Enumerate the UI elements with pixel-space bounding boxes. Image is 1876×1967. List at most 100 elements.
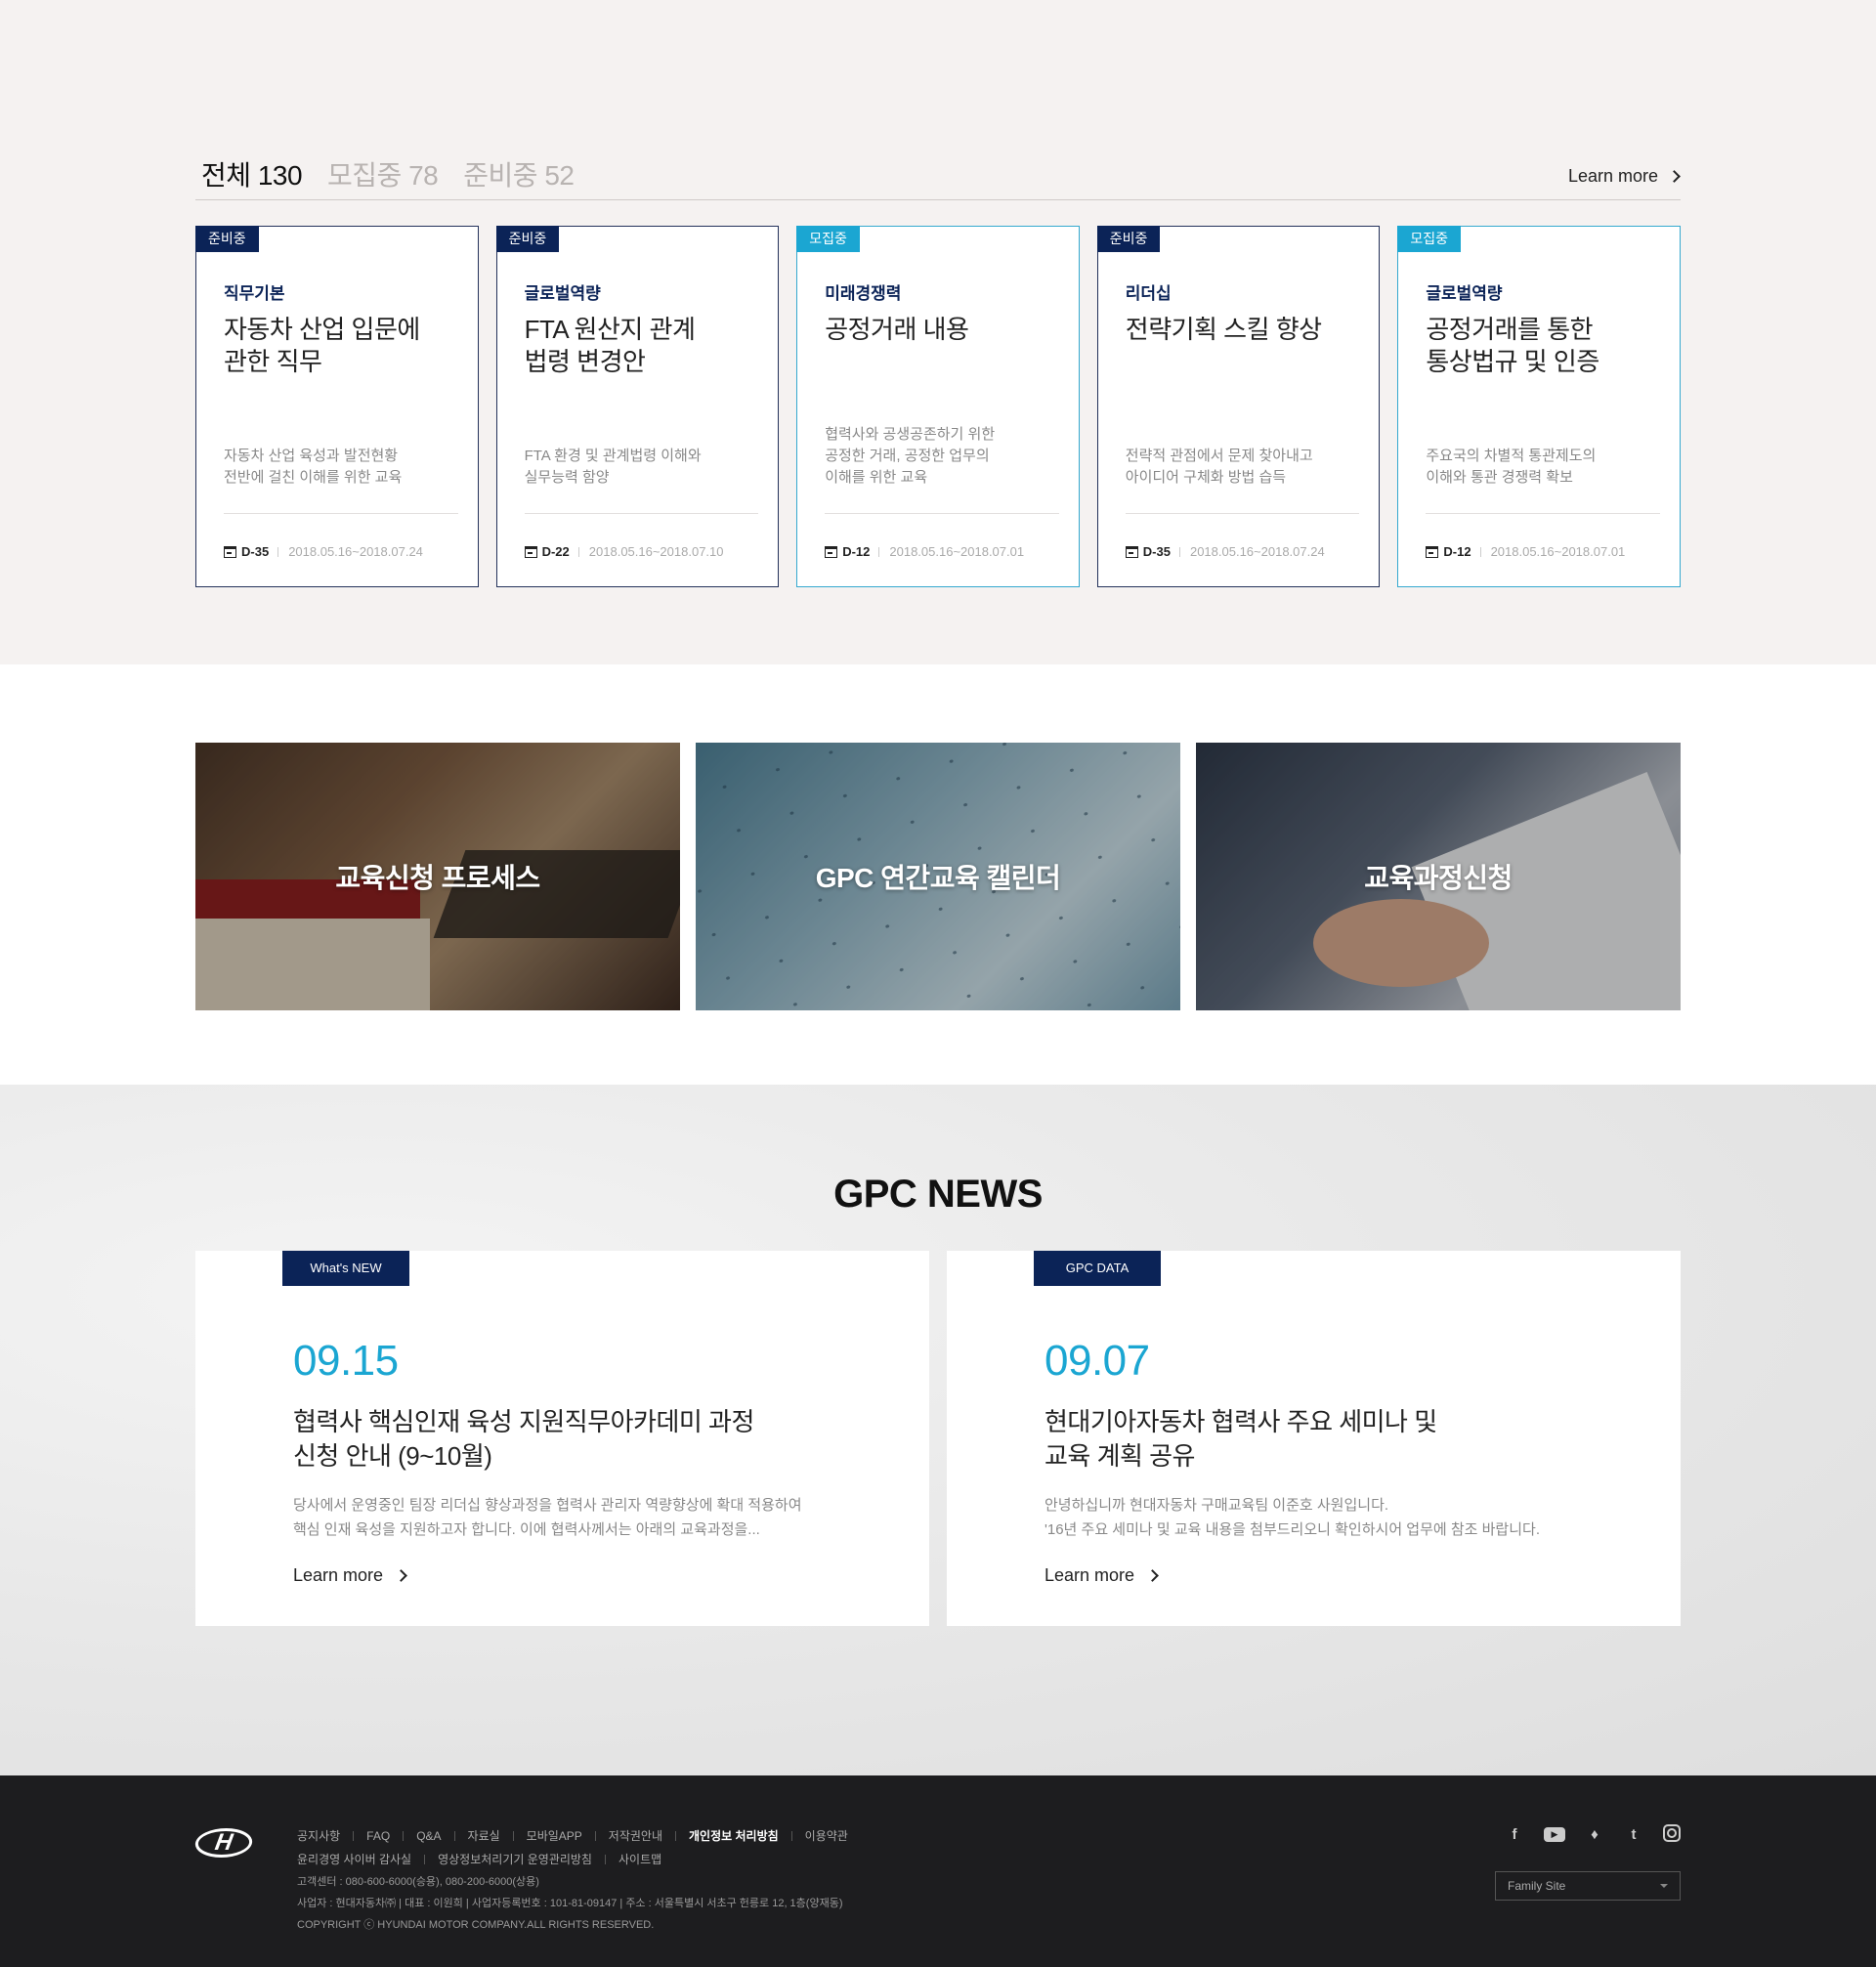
course-card[interactable]: 모집중 글로벌역량 공정거래를 통한 통상법규 및 인증 주요국의 차별적 통관제… [1397, 226, 1681, 587]
d-day: D-22 [541, 544, 570, 559]
news-badge: What's NEW [282, 1251, 409, 1286]
link-divider [353, 1831, 355, 1841]
youtube-icon[interactable]: ▶ [1544, 1827, 1565, 1842]
courses-learn-more-link[interactable]: Learn more [1568, 166, 1681, 187]
desc-line: 실무능력 함양 [524, 469, 610, 486]
footer-link-sitemap[interactable]: 사이트맵 [618, 1848, 661, 1871]
d-day: D-35 [241, 544, 270, 559]
news-date: 09.15 [293, 1337, 399, 1385]
hyundai-logo[interactable]: H [192, 1828, 255, 1858]
twitter-icon[interactable]: t [1624, 1824, 1643, 1844]
site-footer: H 공지사항 FAQ Q&A 자료실 모바일APP 저작권안내 개인정보 처리방… [0, 1775, 1876, 1967]
course-period: 2018.05.16~2018.07.01 [1490, 544, 1626, 559]
family-site-select[interactable]: Family Site [1495, 1871, 1681, 1901]
desc-line: 이해를 위한 교육 [825, 469, 928, 486]
d-day: D-12 [842, 544, 871, 559]
course-title-line: 관한 직무 [224, 347, 322, 376]
link-divider [424, 1855, 426, 1864]
footer-business-info: 사업자 : 현대자동차㈜ | 대표 : 이원희 | 사업자등록번호 : 101-… [297, 1898, 843, 1909]
news-card[interactable]: What's NEW 09.15 협력사 핵심인재 육성 지원직무아카데미 과정… [195, 1251, 929, 1626]
link-divider [604, 1855, 606, 1864]
banner-annual-calendar[interactable]: GPC 연간교육 캘린더 [696, 743, 1180, 1010]
footer-link-library[interactable]: 자료실 [468, 1824, 500, 1848]
instagram-icon[interactable] [1663, 1824, 1681, 1842]
course-category: 리더십 [1125, 284, 1172, 303]
status-badge: 준비중 [1096, 226, 1161, 252]
course-card-list: 준비중 직무기본 자동차 산업 입문에 관한 직무 자동차 산업 육성과 발전현황… [195, 226, 1681, 587]
calendar-icon [825, 545, 838, 558]
course-title-line: FTA 원산지 관계 [524, 315, 696, 344]
tab-recruiting[interactable]: 모집중 78 [327, 154, 439, 193]
tab-label: 준비중 [463, 160, 538, 191]
course-description: 자동차 산업 육성과 발전현황 전반에 걸친 이해를 위한 교육 [224, 446, 450, 489]
tab-all[interactable]: 전체 130 [201, 154, 303, 193]
footer-links-row1: 공지사항 FAQ Q&A 자료실 모바일APP 저작권안내 개인정보 처리방침 … [297, 1824, 848, 1848]
calendar-icon [224, 545, 236, 558]
footer-contact: 고객센터 : 080-600-6000(승용), 080-200-6000(상용… [297, 1876, 539, 1888]
footer-link-privacy[interactable]: 개인정보 처리방침 [689, 1824, 779, 1848]
course-period: 2018.05.16~2018.07.24 [1189, 544, 1325, 559]
family-site-label: Family Site [1508, 1879, 1566, 1893]
course-period: 2018.05.16~2018.07.10 [588, 544, 724, 559]
footer-link-notice[interactable]: 공지사항 [297, 1824, 340, 1848]
tab-count: 52 [544, 160, 575, 191]
course-meta: D-12 2018.05.16~2018.07.01 [825, 544, 1024, 559]
banner-row: 교육신청 프로세스 GPC 연간교육 캘린더 교육과정신청 [195, 743, 1681, 1010]
course-meta: D-35 2018.05.16~2018.07.24 [1125, 544, 1325, 559]
desc-line: 자동차 산업 육성과 발전현황 [224, 448, 399, 464]
blog-icon[interactable]: ♦ [1585, 1824, 1604, 1844]
link-divider [594, 1831, 596, 1841]
headline-line: 협력사 핵심인재 육성 지원직무아카데미 과정 [293, 1407, 754, 1436]
course-title-line: 공정거래를 통한 [1426, 315, 1594, 344]
news-badge: GPC DATA [1034, 1251, 1161, 1286]
d-day: D-12 [1443, 544, 1471, 559]
news-card[interactable]: GPC DATA 09.07 현대기아자동차 협력사 주요 세미나 및 교육 계획… [947, 1251, 1681, 1626]
course-card[interactable]: 준비중 리더십 전략기획 스킬 향상 전략적 관점에서 문제 찾아내고 아이디어 … [1096, 226, 1381, 587]
link-divider [403, 1831, 405, 1841]
footer-link-mobile-app[interactable]: 모바일APP [527, 1824, 582, 1848]
course-category: 미래경쟁력 [825, 284, 902, 303]
card-divider [825, 513, 1059, 514]
calendar-icon [524, 545, 537, 558]
card-divider [524, 513, 759, 514]
course-card[interactable]: 모집중 미래경쟁력 공정거래 내용 협력사와 공생공존하기 위한 공정한 거래, … [796, 226, 1080, 587]
news-learn-more-link[interactable]: Learn more [1045, 1565, 1159, 1586]
d-day: D-35 [1142, 544, 1171, 559]
footer-link-copyright[interactable]: 저작권안내 [609, 1824, 662, 1848]
summary-line: 핵심 인재 육성을 지원하고자 합니다. 이에 협력사께서는 아래의 교육과정을… [293, 1521, 760, 1538]
summary-line: '16년 주요 세미나 및 교육 내용을 첨부드리오니 확인하시어 업무에 참조… [1045, 1521, 1540, 1538]
news-section-title: GPC NEWS [833, 1173, 1043, 1216]
course-meta: D-12 2018.05.16~2018.07.01 [1426, 544, 1625, 559]
headline-line: 신청 안내 (9~10월) [293, 1441, 492, 1471]
footer-link-ethics[interactable]: 윤리경영 사이버 감사실 [297, 1848, 411, 1871]
desc-line: 전략적 관점에서 문제 찾아내고 [1125, 448, 1313, 464]
chevron-right-icon [395, 1569, 407, 1582]
meta-separator [1479, 546, 1481, 557]
course-card[interactable]: 준비중 직무기본 자동차 산업 입문에 관한 직무 자동차 산업 육성과 발전현황… [195, 226, 479, 587]
news-headline: 현대기아자동차 협력사 주요 세미나 및 교육 계획 공유 [1045, 1405, 1583, 1474]
status-badge: 준비중 [495, 226, 560, 252]
facebook-icon[interactable]: f [1505, 1824, 1524, 1844]
course-title: FTA 원산지 관계법령 변경안 [525, 314, 751, 421]
banner-label: 교육신청 프로세스 [335, 863, 540, 893]
course-card[interactable]: 준비중 글로벌역량 FTA 원산지 관계 법령 변경안 FTA 환경 및 관계법령… [495, 226, 780, 587]
course-category: 글로벌역량 [1426, 284, 1503, 303]
course-description: 전략적 관점에서 문제 찾아내고 아이디어 구체화 방법 습득 [1126, 446, 1352, 489]
social-links: f ▶ ♦ t [1505, 1824, 1681, 1844]
course-title-line: 법령 변경안 [524, 347, 646, 376]
news-learn-more-link[interactable]: Learn more [293, 1565, 407, 1586]
course-period: 2018.05.16~2018.07.01 [889, 544, 1025, 559]
course-title-line: 전략기획 스킬 향상 [1125, 315, 1322, 344]
footer-link-terms[interactable]: 이용약관 [805, 1824, 848, 1848]
footer-link-faq[interactable]: FAQ [366, 1824, 390, 1848]
banner-application-process[interactable]: 교육신청 프로세스 [195, 743, 680, 1010]
footer-link-qna[interactable]: Q&A [416, 1824, 441, 1848]
footer-link-cctv-policy[interactable]: 영상정보처리기기 운영관리방침 [438, 1848, 592, 1871]
tab-label: 모집중 [327, 160, 402, 191]
desc-line: FTA 환경 및 관계법령 이해와 [524, 448, 702, 464]
meta-separator [878, 546, 880, 557]
banner-course-application[interactable]: 교육과정신청 [1196, 743, 1681, 1010]
tab-preparing[interactable]: 준비중 52 [463, 154, 575, 193]
course-title: 전략기획 스킬 향상 [1126, 314, 1352, 421]
course-title-line: 공정거래 내용 [825, 315, 969, 344]
